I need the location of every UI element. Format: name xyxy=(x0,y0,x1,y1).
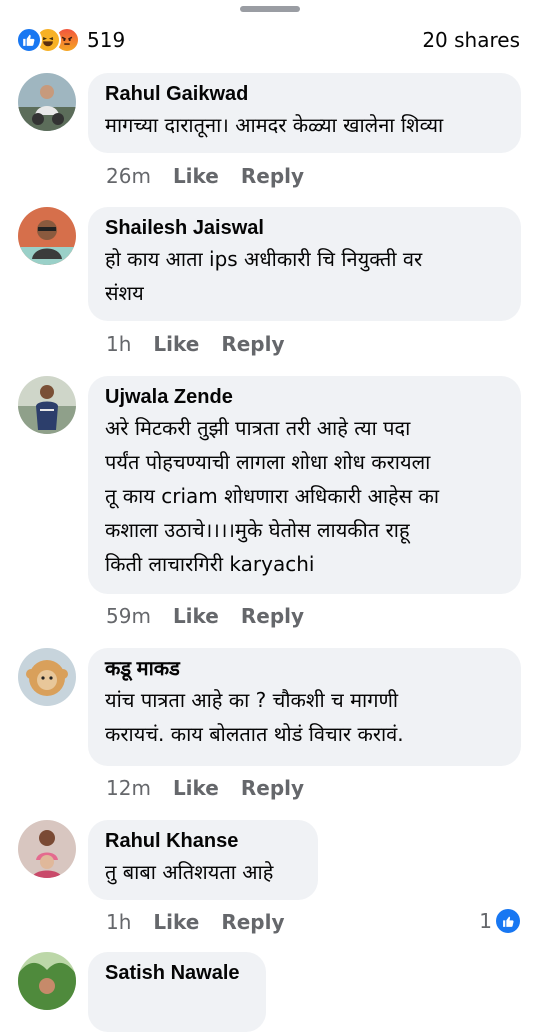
like-button[interactable]: Like xyxy=(153,332,199,356)
comment-bubble[interactable]: Rahul Khanse तु बाबा अतिशयता आहे xyxy=(88,820,318,900)
comment-time[interactable]: 26m xyxy=(106,164,151,188)
avatar[interactable] xyxy=(18,73,76,131)
comment-actions: 1h Like Reply xyxy=(106,332,285,356)
reply-button[interactable]: Reply xyxy=(221,910,284,934)
comment-time[interactable]: 12m xyxy=(106,776,151,800)
shares-count[interactable]: 20 shares xyxy=(422,26,520,54)
comment-time[interactable]: 1h xyxy=(106,910,131,934)
reactions-summary-bar: 519 20 shares xyxy=(0,22,540,58)
comment-bubble[interactable]: Rahul Gaikwad मागच्या दारातूना। आमदर केळ… xyxy=(88,73,521,153)
like-button[interactable]: Like xyxy=(173,164,219,188)
comment-text: तु बाबा अतिशयता आहे xyxy=(105,860,274,884)
avatar[interactable] xyxy=(18,376,76,434)
avatar[interactable] xyxy=(18,820,76,878)
comment-actions: 1h Like Reply xyxy=(106,910,285,934)
reply-button[interactable]: Reply xyxy=(241,604,304,628)
comment-like-count[interactable]: 1 xyxy=(479,909,520,933)
reply-button[interactable]: Reply xyxy=(241,164,304,188)
like-button[interactable]: Like xyxy=(173,776,219,800)
avatar[interactable] xyxy=(18,207,76,265)
comment-text: अरे मिटकरी तुझी पात्रता तरी आहे त्या पदा… xyxy=(105,416,440,576)
avatar[interactable] xyxy=(18,648,76,706)
comment-actions: 12m Like Reply xyxy=(106,776,304,800)
comment-text: हो काय आता ips अधीकारी चि नियुक्ती वर सं… xyxy=(105,247,423,305)
reactions-summary[interactable]: 519 xyxy=(16,26,125,54)
comment-author[interactable]: कडू माकड xyxy=(105,657,505,681)
comment-author[interactable]: Satish Nawale xyxy=(105,961,250,985)
like-reaction-icon xyxy=(16,27,42,53)
like-count-value: 1 xyxy=(479,909,492,933)
comment-author[interactable]: Rahul Khanse xyxy=(105,829,302,853)
reply-button[interactable]: Reply xyxy=(221,332,284,356)
comment-text: यांच पात्रता आहे का ? चौकशी च मागणी कराय… xyxy=(105,688,404,746)
reaction-count: 519 xyxy=(87,28,126,52)
comment-bubble[interactable]: Shailesh Jaiswal हो काय आता ips अधीकारी … xyxy=(88,207,521,321)
avatar[interactable] xyxy=(18,952,76,1010)
like-button[interactable]: Like xyxy=(173,604,219,628)
comment-actions: 59m Like Reply xyxy=(106,604,304,628)
comment-time[interactable]: 59m xyxy=(106,604,151,628)
like-button[interactable]: Like xyxy=(153,910,199,934)
comment-author[interactable]: Shailesh Jaiswal xyxy=(105,216,505,240)
comment-author[interactable]: Rahul Gaikwad xyxy=(105,82,505,106)
comment-text: मागच्या दारातूना। आमदर केळ्या खालेना शिव… xyxy=(105,113,444,137)
comment-bubble[interactable]: Satish Nawale xyxy=(88,952,266,1032)
comment-bubble[interactable]: Ujwala Zende अरे मिटकरी तुझी पात्रता तरी… xyxy=(88,376,521,594)
comment-actions: 26m Like Reply xyxy=(106,164,304,188)
comment-bubble[interactable]: कडू माकड यांच पात्रता आहे का ? चौकशी च म… xyxy=(88,648,521,766)
drag-handle[interactable] xyxy=(240,6,300,12)
like-reaction-icon xyxy=(496,909,520,933)
reply-button[interactable]: Reply xyxy=(241,776,304,800)
comment-time[interactable]: 1h xyxy=(106,332,131,356)
comment-author[interactable]: Ujwala Zende xyxy=(105,385,505,409)
